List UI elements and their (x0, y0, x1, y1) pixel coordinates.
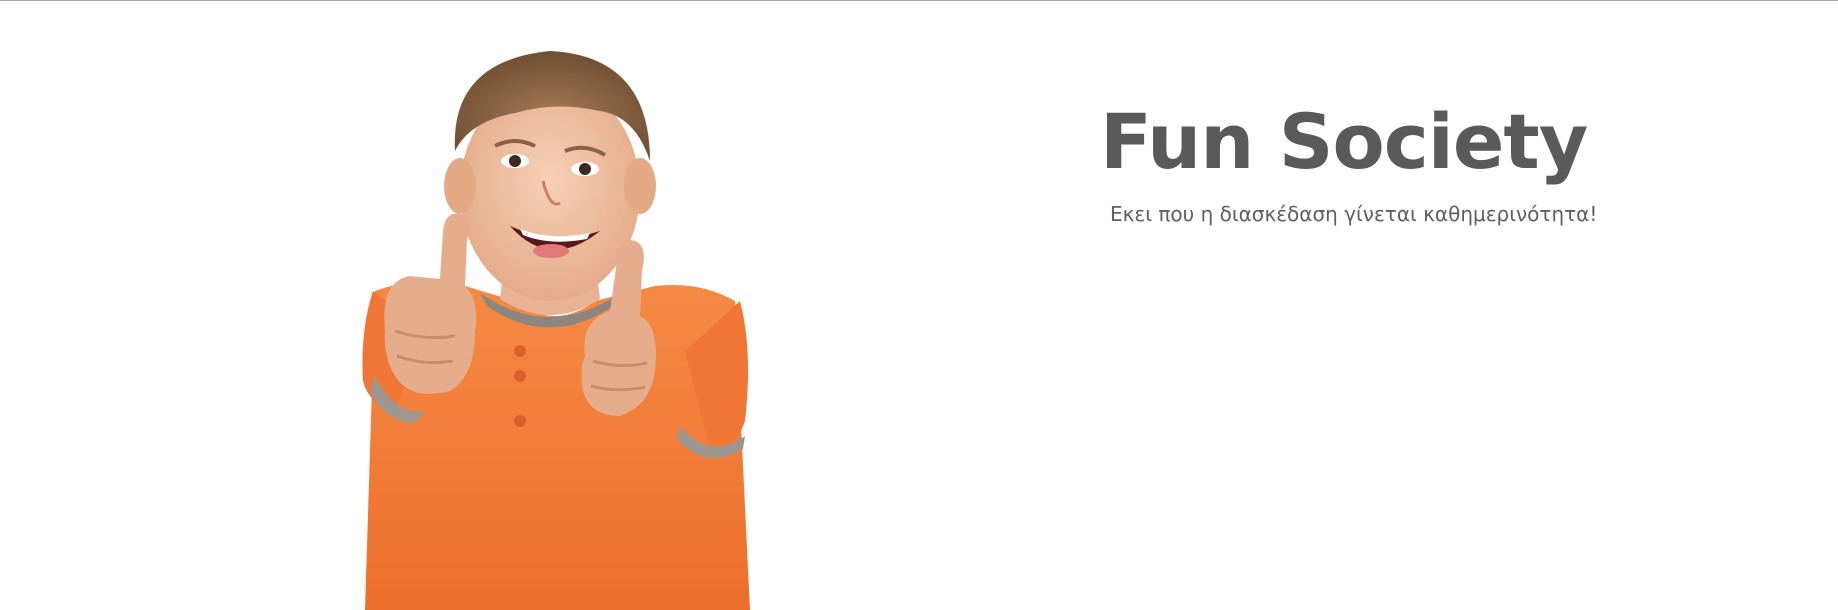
hero-child-thumbs-up-image (355, 31, 755, 610)
site-title: Fun Society (1100, 97, 1588, 186)
hero-text-block: Fun Society Εκει που η διασκέδαση γίνετα… (1100, 97, 1740, 227)
site-tagline: Εκει που η διασκέδαση γίνεται καθημερινό… (1110, 202, 1598, 226)
hero-banner: Fun Society Εκει που η διασκέδαση γίνετα… (0, 1, 1838, 610)
